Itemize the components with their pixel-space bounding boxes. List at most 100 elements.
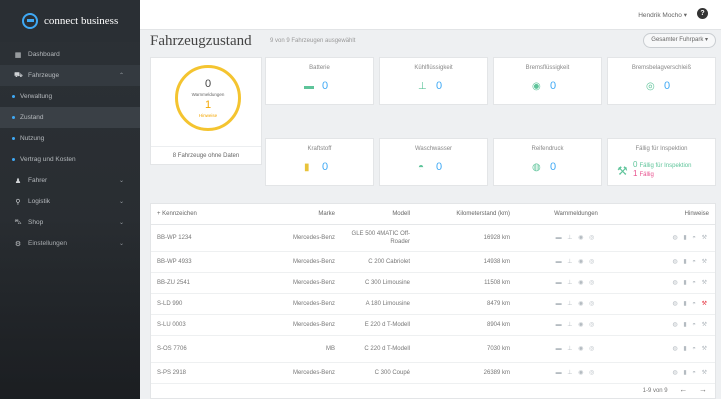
sidebar: connect business ▦ Dashboard ⛟ Fahrzeuge ⌃ Ve… (0, 0, 140, 399)
sidebar-item-nutzung[interactable]: Nutzung (0, 128, 140, 149)
selection-count: 9 von 9 Fahrzeugen ausgewählt (270, 38, 356, 44)
col-km[interactable]: Kilometerstand (km) (416, 204, 516, 225)
cell-plate[interactable]: S-PS 2918 (151, 362, 261, 384)
sidebar-item-verwaltung[interactable]: Verwaltung (0, 86, 140, 107)
tile-value: 0 (322, 161, 329, 173)
cell-warning-icons: ▬ ⊥ ◉ ◎ (516, 314, 636, 336)
fuel-icon: ▮ (304, 162, 310, 173)
user-menu[interactable]: Hendrik Mocho ▾ (638, 11, 687, 19)
cell-warning-icons: ▬ ⊥ ◉ ◎ (516, 335, 636, 363)
table-header-row: + Kennzeichen Marke Modell Kilometerstan… (151, 204, 715, 225)
no-data-link[interactable]: 8 Fahrzeuge ohne Daten (151, 146, 261, 166)
cell-warning-icons: ▬ ⊥ ◉ ◎ (516, 293, 636, 315)
tile-brake-pad[interactable]: Bremsbelagverschleiß ◎ 0 (607, 57, 716, 105)
tile-label: Batterie (309, 65, 330, 71)
cell-brand: Mercedes-Benz (261, 314, 341, 336)
cell-plate[interactable]: S-LU 0003 (151, 314, 261, 336)
cell-model: A 180 Limousine (341, 293, 416, 315)
table-row[interactable]: S-OS 7706 MB C 220 d T-Modell 7030 km ▬ ⊥ ◉ … (151, 335, 715, 363)
cell-plate[interactable]: S-OS 7706 (151, 335, 261, 363)
chevron-icon: ⌄ (118, 199, 124, 205)
tile-inspection[interactable]: Fällig für Inspektion ⚒ 0 Fällig für Insp… (607, 138, 716, 186)
cell-warning-icons: ▬ ⊥ ◉ ◎ (516, 224, 636, 252)
tile-battery[interactable]: Batterie ▬ 0 (265, 57, 374, 105)
sidebar-item-label: Vertrag und Kosten (20, 156, 76, 163)
cell-plate[interactable]: BB-WP 1234 (151, 224, 261, 252)
cell-model: C 300 Limousine (341, 272, 416, 294)
table-row[interactable]: S-LD 990 Mercedes-Benz A 180 Limousine 8479… (151, 293, 715, 315)
tile-label: Waschwasser (414, 146, 453, 152)
cell-warning-icons: ▬ ⊥ ◉ ◎ (516, 251, 636, 273)
chevron-icon: ⌄ (118, 178, 124, 184)
table-row[interactable]: S-PS 2918 Mercedes-Benz C 300 Coupé 26389 k… (151, 362, 715, 384)
table-row[interactable]: BB-ZU 2541 Mercedes-Benz C 300 Limousine 11… (151, 272, 715, 294)
topbar: Hendrik Mocho ▾ ? (140, 0, 721, 30)
col-brand[interactable]: Marke (261, 204, 341, 225)
tile-coolant[interactable]: Kühlflüssigkeit ⊥ 0 (379, 57, 488, 105)
fleet-select-button[interactable]: Gesamter Fuhrpark ▾ (643, 33, 716, 48)
sidebar-item-fahrzeuge[interactable]: ⛟ Fahrzeuge ⌃ (0, 65, 140, 86)
brake-fluid-icon: ◉ (532, 81, 541, 92)
table-row[interactable]: BB-WP 4933 Mercedes-Benz C 200 Cabriolet 14… (151, 251, 715, 273)
sidebar-item-zustand[interactable]: Zustand (0, 107, 140, 128)
cell-km: 11508 km (416, 272, 516, 294)
bullet-icon (12, 158, 15, 161)
col-plate[interactable]: + Kennzeichen (151, 204, 261, 225)
tile-washer[interactable]: Waschwasser ◓ 0 (379, 138, 488, 186)
cell-km: 16928 km (416, 224, 516, 252)
tile-value: 0 (550, 161, 557, 173)
cell-brand: MB (261, 335, 341, 363)
tile-fuel[interactable]: Kraftstoff ▮ 0 (265, 138, 374, 186)
brake-pad-icon: ◎ (646, 81, 655, 92)
cell-note-icons: ◍ ▮ ◓ ⚒ (636, 251, 715, 273)
table-row[interactable]: BB-WP 1234 Mercedes-Benz GLE 500 4MATIC Of… (151, 224, 715, 252)
sidebar-item-label: Logistik (28, 198, 51, 205)
table-row[interactable]: S-LU 0003 Mercedes-Benz E 220 d T-Modell 89… (151, 314, 715, 336)
tools-icon: ⚒ (701, 301, 709, 307)
app-name: connect business (44, 15, 119, 27)
sidebar-item-label: Dashboard (28, 51, 60, 58)
cell-note-icons: ◍ ▮ ◓ ⚒ (636, 224, 715, 252)
sidebar-item-vertrag-und-kosten[interactable]: Vertrag und Kosten (0, 149, 140, 170)
page-title: Fahrzeugzustand (150, 33, 252, 49)
pagination-label: 1-9 von 9 (642, 388, 668, 394)
tile-brake-fluid[interactable]: Bremsflüssigkeit ◉ 0 (493, 57, 602, 105)
cell-model: E 220 d T-Modell (341, 314, 416, 336)
help-icon[interactable]: ? (697, 8, 708, 19)
tools-icon: ⚒ (701, 370, 709, 376)
cell-brand: Mercedes-Benz (261, 362, 341, 384)
sidebar-item-label: Zustand (20, 114, 44, 121)
cell-km: 8479 km (416, 293, 516, 315)
tile-label: Bremsbelagverschleiß (631, 65, 692, 71)
sidebar-item-fahrer[interactable]: ♟ Fahrer ⌄ (0, 170, 140, 191)
tools-icon: ⚒ (701, 259, 709, 265)
bullet-icon (12, 116, 15, 119)
col-notes[interactable]: Hinweise (636, 204, 715, 225)
cell-brand: Mercedes-Benz (261, 293, 341, 315)
tile-label: Kraftstoff (307, 146, 332, 152)
tile-value: 0 (550, 80, 557, 92)
tile-tire[interactable]: Reifendruck ◍ 0 (493, 138, 602, 186)
tools-icon: ⚒ (701, 322, 709, 328)
battery-icon: ▬ (304, 81, 314, 92)
warnings-label: Warnmeldungen (191, 92, 225, 97)
cell-plate[interactable]: S-LD 990 (151, 293, 261, 315)
cell-note-icons: ◍ ▮ ◓ ⚒ (636, 314, 715, 336)
col-model[interactable]: Modell (341, 204, 416, 225)
logo[interactable]: connect business (0, 0, 140, 42)
prev-page-button[interactable]: ← (679, 385, 687, 394)
tile-label: Reifendruck (531, 146, 564, 152)
sidebar-item-label: Fahrzeuge (28, 72, 60, 79)
sidebar-item-logistik[interactable]: ⚲ Logistik ⌄ (0, 191, 140, 212)
cell-plate[interactable]: BB-WP 4933 (151, 251, 261, 273)
washer-icon: ◓ (418, 162, 425, 173)
tile-value: 0 (436, 161, 443, 173)
sidebar-item-dashboard[interactable]: ▦ Dashboard (0, 44, 140, 65)
cell-plate[interactable]: BB-ZU 2541 (151, 272, 261, 294)
cell-warning-icons: ▬ ⊥ ◉ ◎ (516, 362, 636, 384)
next-page-button[interactable]: → (699, 385, 707, 394)
cell-note-icons: ◍ ▮ ◓ ⚒ (636, 335, 715, 363)
bullet-icon (12, 95, 15, 98)
col-warnings[interactable]: Warnmeldungen (516, 204, 636, 225)
tile-value: 0 (322, 80, 329, 92)
